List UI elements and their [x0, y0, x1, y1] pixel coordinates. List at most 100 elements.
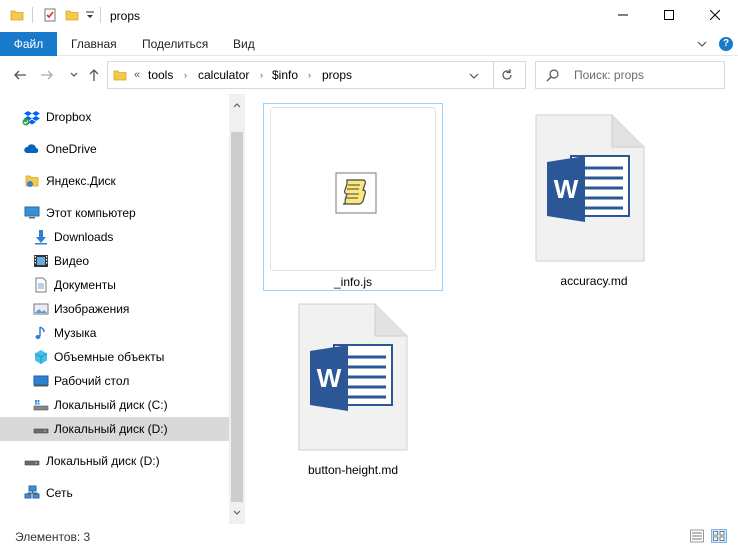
chevron-down-icon	[70, 72, 78, 77]
sidebar-item-label: Объемные объекты	[54, 350, 165, 364]
sidebar-item-music[interactable]: Музыка	[0, 321, 229, 345]
tab-share[interactable]: Поделиться	[142, 32, 208, 56]
file-item-button-height-md[interactable]: W button-height.md	[263, 292, 443, 480]
sidebar-item-label: Локальный диск (D:)	[54, 422, 168, 436]
scroll-down-arrow-icon[interactable]	[229, 502, 245, 524]
arrow-left-icon	[14, 70, 26, 80]
search-box[interactable]	[535, 61, 725, 89]
file-list: _info.js W accuracy.md W button-height.m…	[245, 94, 738, 524]
navigation-bar: « tools › calculator › $info › props	[0, 56, 738, 94]
tab-file[interactable]: Файл	[0, 32, 57, 56]
arrow-up-icon	[89, 69, 99, 81]
tab-home[interactable]: Главная	[71, 32, 117, 56]
title-bar: props	[0, 0, 738, 32]
status-bar: Элементов: 3	[0, 524, 738, 548]
sidebar-scrollbar[interactable]	[229, 94, 245, 524]
file-name: accuracy.md	[560, 274, 628, 288]
documents-icon	[33, 277, 49, 293]
local-disk-d-icon	[33, 421, 49, 437]
sidebar-item-label: Видео	[54, 254, 90, 268]
properties-icon[interactable]	[43, 8, 57, 22]
music-icon	[33, 325, 49, 341]
help-icon[interactable]: ?	[719, 37, 733, 51]
separator	[100, 7, 101, 23]
window-title: props	[110, 9, 141, 23]
downloads-icon	[33, 229, 49, 245]
desktop-icon	[33, 373, 49, 389]
sidebar-item-local-disk-c[interactable]: Локальный диск (C:)	[0, 393, 229, 417]
computer-icon	[24, 205, 40, 221]
svg-text:W: W	[317, 363, 342, 393]
onedrive-icon	[24, 141, 40, 157]
maximize-button[interactable]	[646, 0, 692, 30]
folder-icon	[10, 8, 24, 22]
svg-text:W: W	[554, 174, 579, 204]
breadcrumb-separator-icon[interactable]: ›	[260, 69, 263, 81]
video-icon	[33, 253, 49, 269]
sidebar-item-pictures[interactable]: Изображения	[0, 297, 229, 321]
sidebar-item-local-disk-d-root[interactable]: Локальный диск (D:)	[0, 449, 229, 473]
sidebar-item-label: Dropbox	[46, 110, 92, 124]
back-button[interactable]	[12, 67, 28, 83]
search-input[interactable]	[574, 67, 714, 83]
breadcrumb-separator-icon[interactable]: ›	[184, 69, 187, 81]
navigation-pane: Dropbox OneDrive Яндекс.Диск Этот компью…	[0, 94, 229, 524]
word-document-icon: W	[298, 303, 408, 451]
address-overflow-chevron[interactable]: «	[134, 68, 140, 82]
sidebar-item-this-pc[interactable]: Этот компьютер	[0, 201, 229, 225]
breadcrumb-separator-icon[interactable]: ›	[308, 69, 311, 81]
sidebar-item-onedrive[interactable]: OneDrive	[0, 137, 229, 161]
sidebar-item-downloads[interactable]: Downloads	[0, 225, 229, 249]
breadcrumb-props[interactable]: props	[322, 68, 352, 82]
separator	[32, 7, 33, 23]
close-button[interactable]	[692, 0, 738, 30]
file-item-accuracy-md[interactable]: W accuracy.md	[504, 103, 684, 291]
status-item-count: Элементов: 3	[15, 530, 91, 544]
pictures-icon	[33, 301, 49, 317]
tab-view[interactable]: Вид	[233, 32, 255, 56]
breadcrumb-calculator[interactable]: calculator	[198, 68, 249, 82]
scrollbar-thumb[interactable]	[231, 132, 243, 502]
scroll-up-arrow-icon[interactable]	[229, 94, 245, 116]
sidebar-item-desktop[interactable]: Рабочий стол	[0, 369, 229, 393]
large-icons-view-icon[interactable]	[711, 529, 727, 543]
sidebar-item-dropbox[interactable]: Dropbox	[0, 105, 229, 129]
expand-ribbon-chevron-icon[interactable]	[696, 38, 708, 50]
minimize-button[interactable]	[600, 0, 646, 30]
sidebar-item-local-disk-d[interactable]: Локальный диск (D:)	[0, 417, 229, 441]
arrow-right-icon	[41, 70, 53, 80]
file-thumbnail-frame	[270, 107, 436, 271]
breadcrumb-info[interactable]: $info	[272, 68, 298, 82]
js-script-icon	[335, 172, 377, 214]
sidebar-item-label: Локальный диск (C:)	[54, 398, 168, 412]
sidebar-item-3d-objects[interactable]: Объемные объекты	[0, 345, 229, 369]
file-name: _info.js	[333, 275, 373, 289]
sidebar-item-yandex-disk[interactable]: Яндекс.Диск	[0, 169, 229, 193]
refresh-icon[interactable]	[500, 68, 514, 82]
sidebar-item-label: Яндекс.Диск	[46, 174, 116, 188]
details-view-icon[interactable]	[690, 529, 704, 543]
sidebar-item-network[interactable]: Сеть	[0, 481, 229, 505]
file-item-info-js[interactable]: _info.js	[263, 103, 443, 291]
dropbox-icon	[22, 109, 40, 126]
3d-objects-icon	[33, 349, 49, 365]
customize-toolbar-chevron-icon[interactable]	[85, 9, 95, 21]
word-document-icon: W	[535, 114, 645, 262]
forward-button[interactable]	[39, 67, 55, 83]
up-button[interactable]	[86, 67, 102, 83]
address-history-chevron-icon[interactable]	[468, 70, 480, 80]
network-icon	[24, 485, 40, 501]
sidebar-item-video[interactable]: Видео	[0, 249, 229, 273]
minimize-icon	[618, 14, 628, 16]
new-folder-icon[interactable]	[65, 8, 79, 22]
search-icon	[546, 68, 560, 82]
separator	[493, 62, 494, 88]
sidebar-item-documents[interactable]: Документы	[0, 273, 229, 297]
breadcrumb-tools[interactable]: tools	[148, 68, 173, 82]
address-bar[interactable]: « tools › calculator › $info › props	[107, 61, 526, 89]
sidebar-item-label: Музыка	[54, 326, 97, 340]
recent-locations-button[interactable]	[66, 67, 82, 83]
folder-icon	[113, 68, 127, 82]
sidebar-item-label: Downloads	[54, 230, 114, 244]
ribbon-tabs: Файл Главная Поделиться Вид ?	[0, 32, 738, 56]
